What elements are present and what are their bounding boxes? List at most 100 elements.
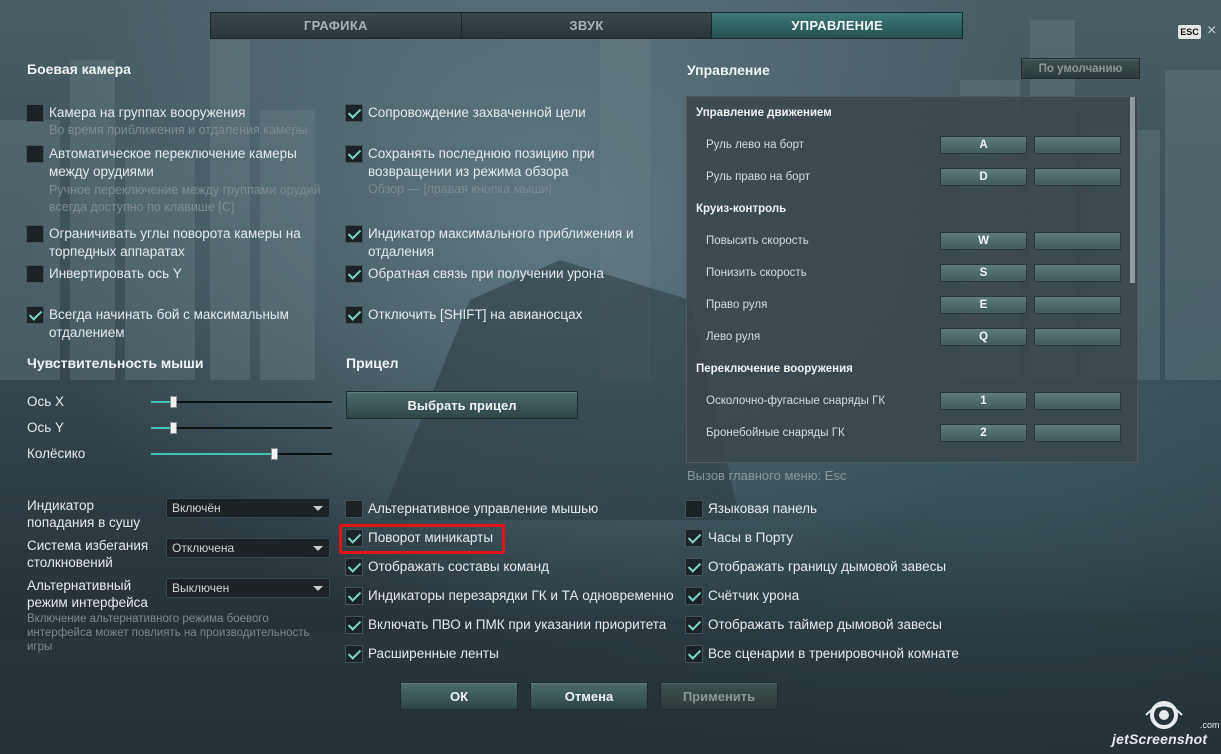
checkbox-box[interactable] — [345, 265, 363, 283]
checkbox-alt-mouse-control[interactable]: Альтернативное управление мышью — [345, 500, 598, 518]
dropdown-collision[interactable]: Отключена — [166, 538, 330, 558]
checkbox-label: Отключить [SHIFT] на авианосцах — [368, 307, 583, 322]
checkbox-label: Включать ПВО и ПМК при указании приорите… — [368, 617, 667, 632]
chevron-down-icon — [313, 546, 323, 551]
keybind-primary-button[interactable]: D — [940, 168, 1027, 186]
checkbox-box[interactable] — [345, 645, 363, 663]
checkbox-track-locked-target[interactable]: Сопровождение захваченной цели — [345, 104, 665, 122]
keybind-alt-button[interactable] — [1034, 392, 1121, 410]
checkbox-reload-indicators[interactable]: Индикаторы перезарядки ГК и ТА одновреме… — [345, 587, 674, 605]
checkbox-extended-ribbons[interactable]: Расширенные ленты — [345, 645, 499, 663]
checkbox-label: Часы в Порту — [708, 530, 794, 545]
checkbox-label: Обратная связь при получении урона — [368, 266, 604, 281]
chevron-down-icon — [313, 506, 323, 511]
checkbox-smoke-border[interactable]: Отображать границу дымовой завесы — [685, 558, 946, 576]
panel-scrollbar[interactable] — [1130, 97, 1135, 283]
checkbox-box[interactable] — [26, 145, 44, 163]
checkbox-box[interactable] — [26, 225, 44, 243]
tab-sound[interactable]: ЗВУК — [461, 13, 713, 38]
ok-button[interactable]: ОК — [400, 682, 518, 710]
keybind-primary-button[interactable]: 2 — [940, 424, 1027, 442]
checkbox-label: Ограничивать углы поворота камеры на тор… — [49, 226, 301, 259]
checkbox-box[interactable] — [685, 500, 703, 518]
checkbox-language-bar[interactable]: Языковая панель — [685, 500, 817, 518]
tab-graphics[interactable]: ГРАФИКА — [211, 13, 462, 38]
checkbox-zoom-indicator[interactable]: Индикатор максимального приближения и от… — [345, 225, 645, 261]
keybind-alt-button[interactable] — [1034, 296, 1121, 314]
checkbox-aa-priority[interactable]: Включать ПВО и ПМК при указании приорите… — [345, 616, 666, 634]
slider-y[interactable] — [151, 422, 332, 434]
close-icon[interactable]: × — [1207, 21, 1216, 41]
slider-thumb[interactable] — [271, 448, 278, 460]
cancel-button[interactable]: Отмена — [530, 682, 648, 710]
checkbox-box[interactable] — [26, 104, 44, 122]
checkbox-box[interactable] — [26, 306, 44, 324]
keybind-panel: Управление движением Руль лево на борт A… — [686, 96, 1138, 463]
checkbox-label: Отображать составы команд — [368, 559, 550, 574]
checkbox-auto-camera-switch[interactable]: Автоматическое переключение камеры между… — [26, 145, 336, 216]
dropdown-label-alt-interface: Альтернативный режим интерфейса — [27, 578, 148, 610]
checkbox-box[interactable] — [345, 306, 363, 324]
checkbox-damage-counter[interactable]: Счётчик урона — [685, 587, 799, 605]
watermark: .com jetScreenshot — [1112, 700, 1220, 750]
checkbox-label: Отображать таймер дымовой завесы — [708, 617, 942, 632]
dropdown-label-collision: Система избегания столкновений — [27, 538, 149, 570]
dropdown-value: Отключена — [172, 541, 235, 555]
checkbox-start-max-zoom[interactable]: Всегда начинать бой с максимальным отдал… — [26, 306, 326, 342]
checkbox-save-last-position[interactable]: Сохранять последнюю позицию при возвраще… — [345, 145, 645, 198]
dropdown-alt-interface[interactable]: Выключен — [166, 578, 330, 598]
checkbox-box[interactable] — [345, 145, 363, 163]
checkbox-smoke-timer[interactable]: Отображать таймер дымовой завесы — [685, 616, 942, 634]
checkbox-port-clock[interactable]: Часы в Порту — [685, 529, 793, 547]
keybind-primary-button[interactable]: W — [940, 232, 1027, 250]
dropdown-ground-hit[interactable]: Включён — [166, 498, 330, 518]
keybind-primary-button[interactable]: A — [940, 136, 1027, 154]
checkbox-hint: Ручное переключение между группами оруди… — [49, 183, 321, 214]
keybind-primary-button[interactable]: 1 — [940, 392, 1027, 410]
checkbox-box[interactable] — [685, 587, 703, 605]
slider-x[interactable] — [151, 396, 332, 408]
checkbox-box[interactable] — [345, 500, 363, 518]
apply-button[interactable]: Применить — [660, 682, 778, 710]
keybind-primary-button[interactable]: E — [940, 296, 1027, 314]
checkbox-box[interactable] — [345, 225, 363, 243]
checkbox-box[interactable] — [26, 265, 44, 283]
dropdown-value: Включён — [172, 501, 221, 515]
slider-wheel[interactable] — [151, 448, 332, 460]
checkbox-label: Камера на группах вооружения — [49, 105, 246, 120]
keybind-alt-button[interactable] — [1034, 264, 1121, 282]
tab-controls[interactable]: УПРАВЛЕНИЕ — [712, 13, 963, 38]
checkbox-box[interactable] — [345, 587, 363, 605]
checkbox-team-rosters[interactable]: Отображать составы команд — [345, 558, 549, 576]
keybind-label: Руль лево на борт — [706, 139, 805, 151]
keybind-primary-button[interactable]: S — [940, 264, 1027, 282]
checkbox-box[interactable] — [685, 558, 703, 576]
checkbox-training-scenarios[interactable]: Все сценарии в тренировочной комнате — [685, 645, 959, 663]
slider-thumb[interactable] — [170, 422, 177, 434]
slider-label-wheel: Колёсико — [27, 446, 86, 461]
defaults-button[interactable]: По умолчанию — [1021, 58, 1140, 79]
mouse-section-title: Чувствительность мыши — [27, 355, 204, 371]
keybind-alt-button[interactable] — [1034, 232, 1121, 250]
checkbox-label: Автоматическое переключение камеры между… — [49, 146, 297, 179]
checkbox-damage-feedback[interactable]: Обратная связь при получении урона — [345, 265, 665, 283]
annotation-highlight-box — [339, 524, 505, 554]
keybind-primary-button[interactable]: Q — [940, 328, 1027, 346]
keybind-alt-button[interactable] — [1034, 328, 1121, 346]
keybind-alt-button[interactable] — [1034, 136, 1121, 154]
checkbox-limit-torpedo-camera[interactable]: Ограничивать углы поворота камеры на тор… — [26, 225, 326, 261]
checkbox-box[interactable] — [685, 616, 703, 634]
checkbox-box[interactable] — [345, 616, 363, 634]
slider-thumb[interactable] — [170, 396, 177, 408]
keybind-alt-button[interactable] — [1034, 424, 1121, 442]
slider-label-x: Ось X — [27, 394, 65, 409]
checkbox-box[interactable] — [345, 104, 363, 122]
keybind-alt-button[interactable] — [1034, 168, 1121, 186]
checkbox-box[interactable] — [345, 558, 363, 576]
choose-sight-button[interactable]: Выбрать прицел — [346, 391, 578, 419]
checkbox-camera-on-weapon-groups[interactable]: Камера на группах вооружения Во время пр… — [26, 104, 326, 139]
checkbox-invert-y[interactable]: Инвертировать ось Y — [26, 265, 326, 283]
checkbox-box[interactable] — [685, 529, 703, 547]
checkbox-box[interactable] — [685, 645, 703, 663]
checkbox-disable-shift-carriers[interactable]: Отключить [SHIFT] на авианосцах — [345, 306, 665, 324]
